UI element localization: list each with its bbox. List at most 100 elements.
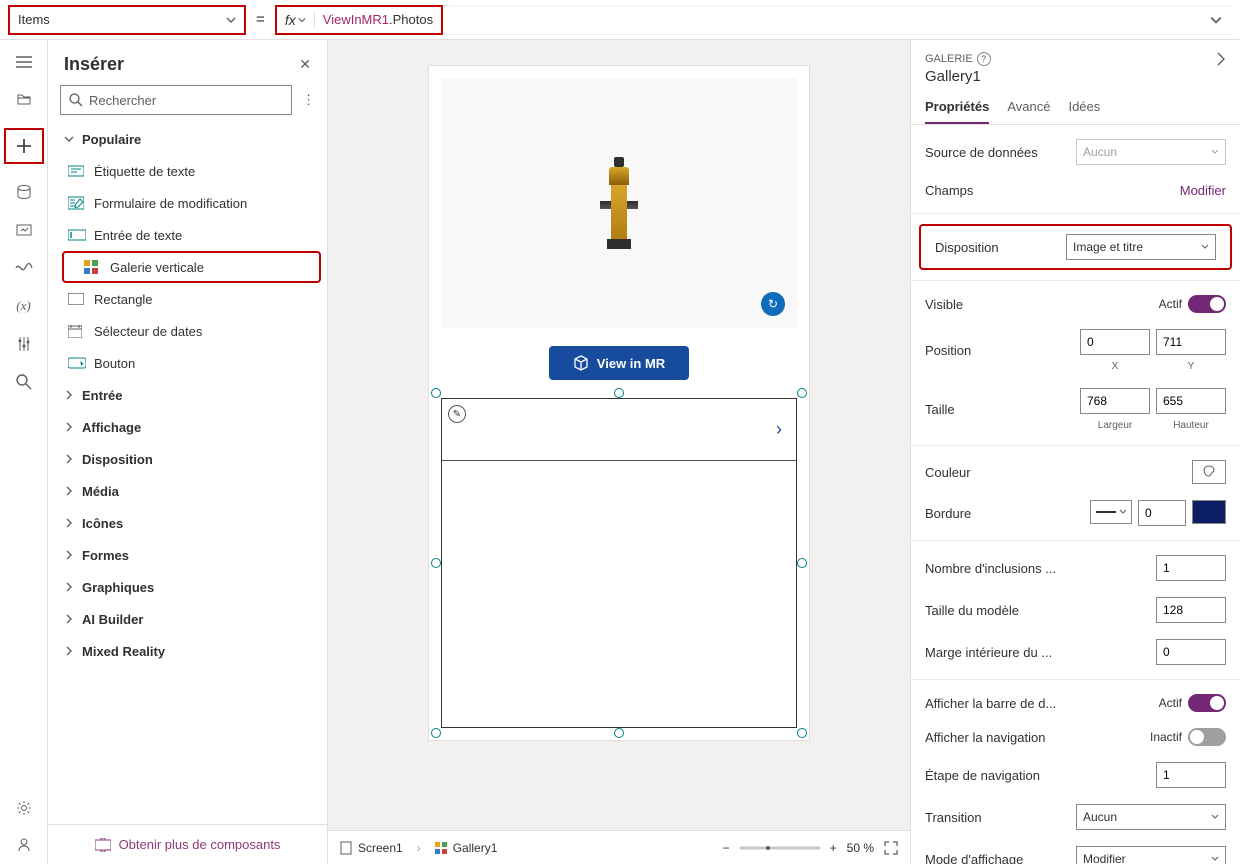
edit-icon[interactable]: ✎ bbox=[448, 405, 466, 423]
popular-category[interactable]: Populaire bbox=[48, 123, 327, 155]
fullscreen-icon[interactable] bbox=[884, 841, 898, 855]
chevron-right-icon bbox=[64, 454, 74, 464]
cat-entry[interactable]: Entrée bbox=[48, 379, 327, 411]
ask-icon[interactable] bbox=[14, 834, 34, 854]
insert-panel: Insérer ✕ Rechercher ⋮ Populaire Étiquet… bbox=[48, 40, 328, 864]
view-in-mr-button[interactable]: View in MR bbox=[549, 346, 689, 380]
flow-icon[interactable] bbox=[14, 258, 34, 278]
transition-label: Transition bbox=[925, 810, 982, 825]
color-label: Couleur bbox=[925, 465, 971, 480]
breadcrumb-gallery[interactable]: Gallery1 bbox=[435, 841, 498, 855]
padding-input[interactable] bbox=[1156, 639, 1226, 665]
color-picker[interactable] bbox=[1192, 460, 1226, 484]
media-icon[interactable] bbox=[14, 220, 34, 240]
preview-image: ↻ bbox=[441, 78, 797, 328]
wrap-input[interactable] bbox=[1156, 555, 1226, 581]
displaymode-select[interactable]: Modifier bbox=[1076, 846, 1226, 864]
cat-icons[interactable]: Icônes bbox=[48, 507, 327, 539]
settings-icon[interactable] bbox=[14, 798, 34, 818]
tools-icon[interactable] bbox=[14, 334, 34, 354]
border-width-input[interactable] bbox=[1138, 500, 1186, 526]
formula-bar: Items = fx ViewInMR1.Photos bbox=[0, 0, 1240, 40]
zoom-value: 50 % bbox=[847, 841, 874, 855]
insert-text-label[interactable]: Étiquette de texte bbox=[48, 155, 327, 187]
nav-toggle[interactable] bbox=[1188, 728, 1226, 746]
tab-advanced[interactable]: Avancé bbox=[1007, 91, 1050, 124]
template-size-input[interactable] bbox=[1156, 597, 1226, 623]
search-input[interactable]: Rechercher bbox=[60, 85, 292, 115]
border-style[interactable] bbox=[1090, 500, 1132, 524]
cat-media[interactable]: Média bbox=[48, 475, 327, 507]
chevron-right-icon bbox=[64, 422, 74, 432]
insert-button[interactable] bbox=[4, 128, 44, 164]
variable-icon[interactable]: (x) bbox=[14, 296, 34, 316]
layout-select[interactable]: Image et titre bbox=[1066, 234, 1216, 260]
navstep-label: Étape de navigation bbox=[925, 768, 1040, 783]
datasource-select[interactable]: Aucun bbox=[1076, 139, 1226, 165]
insert-rectangle[interactable]: Rectangle bbox=[48, 283, 327, 315]
property-selector[interactable]: Items bbox=[8, 5, 246, 35]
cube-icon bbox=[573, 355, 589, 371]
scrollbar-label: Afficher la barre de d... bbox=[925, 696, 1056, 711]
height-input[interactable] bbox=[1156, 388, 1226, 414]
tab-ideas[interactable]: Idées bbox=[1068, 91, 1100, 124]
help-icon[interactable]: ? bbox=[977, 52, 991, 66]
refresh-icon[interactable]: ↻ bbox=[761, 292, 785, 316]
layout-label: Disposition bbox=[935, 240, 999, 255]
cat-layout[interactable]: Disposition bbox=[48, 443, 327, 475]
gallery-control[interactable]: ✎ › bbox=[441, 398, 797, 728]
property-name: Items bbox=[18, 12, 50, 27]
chevron-down-icon bbox=[226, 15, 236, 25]
insert-button[interactable]: Bouton bbox=[48, 347, 327, 379]
fields-edit-link[interactable]: Modifier bbox=[1180, 183, 1226, 198]
equals-label: = bbox=[256, 11, 265, 28]
insert-edit-form[interactable]: Formulaire de modification bbox=[48, 187, 327, 219]
hydrant-graphic bbox=[599, 157, 639, 249]
formula-expand[interactable] bbox=[443, 5, 1232, 35]
border-color[interactable] bbox=[1192, 500, 1226, 524]
chevron-right-icon bbox=[64, 582, 74, 592]
cat-charts[interactable]: Graphiques bbox=[48, 571, 327, 603]
zoom-slider[interactable] bbox=[740, 846, 820, 850]
insert-vertical-gallery[interactable]: Galerie verticale bbox=[62, 251, 321, 283]
formula-input[interactable]: ViewInMR1.Photos bbox=[315, 12, 441, 27]
cat-ai[interactable]: AI Builder bbox=[48, 603, 327, 635]
get-components-link[interactable]: Obtenir plus de composants bbox=[48, 824, 327, 864]
insert-date-picker[interactable]: Sélecteur de dates bbox=[48, 315, 327, 347]
data-icon[interactable] bbox=[14, 182, 34, 202]
search-icon bbox=[69, 93, 83, 107]
hamburger-icon[interactable] bbox=[14, 52, 34, 72]
search-icon[interactable] bbox=[14, 372, 34, 392]
breadcrumb-screen[interactable]: Screen1 bbox=[340, 841, 403, 855]
pos-y-input[interactable] bbox=[1156, 329, 1226, 355]
fields-label: Champs bbox=[925, 183, 973, 198]
fx-button[interactable]: fx bbox=[277, 12, 315, 28]
chevron-down-icon bbox=[298, 16, 306, 24]
width-input[interactable] bbox=[1080, 388, 1150, 414]
displaymode-label: Mode d'affichage bbox=[925, 852, 1023, 864]
scrollbar-toggle[interactable] bbox=[1188, 694, 1226, 712]
tree-icon[interactable] bbox=[14, 90, 34, 110]
padding-label: Marge intérieure du ... bbox=[925, 645, 1052, 660]
transition-select[interactable]: Aucun bbox=[1076, 804, 1226, 830]
canvas-area: ↻ View in MR ✎ › bbox=[328, 40, 910, 864]
gallery-row[interactable]: › bbox=[442, 399, 796, 461]
pos-x-input[interactable] bbox=[1080, 329, 1150, 355]
chevron-right-icon bbox=[64, 518, 74, 528]
chevron-right-icon[interactable] bbox=[1216, 52, 1226, 66]
control-name: Gallery1 bbox=[925, 68, 991, 85]
cat-display[interactable]: Affichage bbox=[48, 411, 327, 443]
zoom-in[interactable]: + bbox=[830, 841, 837, 855]
chevron-right-icon bbox=[64, 486, 74, 496]
formula-object: ViewInMR1 bbox=[323, 12, 389, 27]
navstep-input[interactable] bbox=[1156, 762, 1226, 788]
cat-mr[interactable]: Mixed Reality bbox=[48, 635, 327, 667]
insert-text-input[interactable]: Entrée de texte bbox=[48, 219, 327, 251]
tab-properties[interactable]: Propriétés bbox=[925, 91, 989, 124]
visible-toggle[interactable] bbox=[1188, 295, 1226, 313]
zoom-out[interactable]: − bbox=[723, 841, 730, 855]
cat-shapes[interactable]: Formes bbox=[48, 539, 327, 571]
left-rail: (x) bbox=[0, 40, 48, 864]
close-icon[interactable]: ✕ bbox=[299, 56, 311, 73]
more-icon[interactable]: ⋮ bbox=[302, 92, 315, 108]
